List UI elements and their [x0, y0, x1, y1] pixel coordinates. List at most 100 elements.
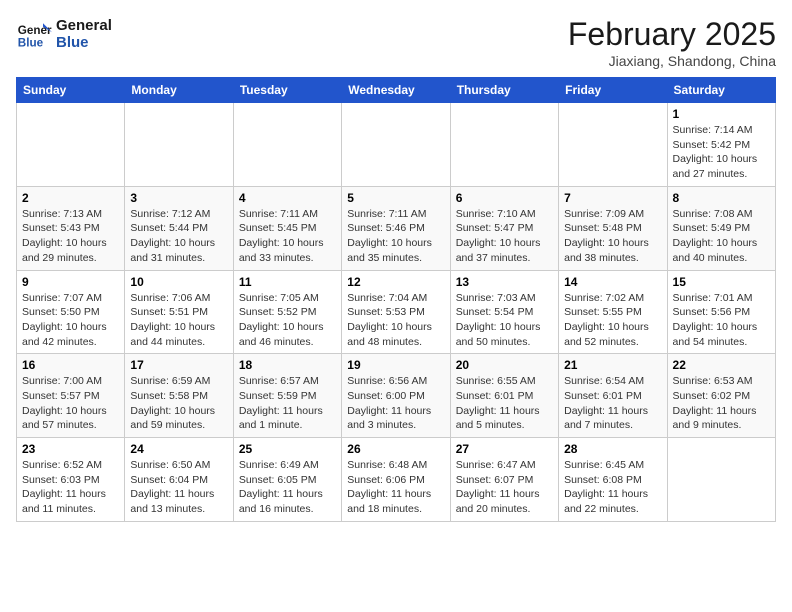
calendar-cell: 6 Sunrise: 7:10 AM Sunset: 5:47 PM Daylig… — [450, 186, 558, 270]
day-info: Sunrise: 7:07 AM Sunset: 5:50 PM Dayligh… — [22, 291, 119, 350]
day-number: 5 — [347, 191, 444, 205]
calendar-cell: 18 Sunrise: 6:57 AM Sunset: 5:59 PM Dayli… — [233, 354, 341, 438]
calendar-cell: 20Sunrise: 6:55 AM Sunset: 6:01 PM Dayli… — [450, 354, 558, 438]
calendar-cell: 19 Sunrise: 6:56 AM Sunset: 6:00 PM Dayli… — [342, 354, 450, 438]
day-info: Sunrise: 6:49 AM Sunset: 6:05 PM Dayligh… — [239, 458, 336, 517]
calendar-cell: 11 Sunrise: 7:05 AM Sunset: 5:52 PM Dayli… — [233, 270, 341, 354]
calendar-cell: 17Sunrise: 6:59 AM Sunset: 5:58 PM Dayli… — [125, 354, 233, 438]
day-number: 3 — [130, 191, 227, 205]
calendar-cell: 3 Sunrise: 7:12 AM Sunset: 5:44 PM Daylig… — [125, 186, 233, 270]
day-number: 15 — [673, 275, 770, 289]
svg-text:General: General — [18, 24, 52, 37]
day-info: Sunrise: 6:47 AM Sunset: 6:07 PM Dayligh… — [456, 458, 553, 517]
calendar-cell: 21 Sunrise: 6:54 AM Sunset: 6:01 PM Dayli… — [559, 354, 667, 438]
calendar-week-row: 16Sunrise: 7:00 AM Sunset: 5:57 PM Dayli… — [17, 354, 776, 438]
day-info: Sunrise: 6:50 AM Sunset: 6:04 PM Dayligh… — [130, 458, 227, 517]
calendar-cell: 9 Sunrise: 7:07 AM Sunset: 5:50 PM Daylig… — [17, 270, 125, 354]
calendar-cell: 27 Sunrise: 6:47 AM Sunset: 6:07 PM Dayli… — [450, 438, 558, 522]
logo-general: General — [56, 17, 112, 34]
weekday-header-friday: Friday — [559, 78, 667, 103]
weekday-header-tuesday: Tuesday — [233, 78, 341, 103]
day-info: Sunrise: 7:11 AM Sunset: 5:46 PM Dayligh… — [347, 207, 444, 266]
weekday-header-wednesday: Wednesday — [342, 78, 450, 103]
calendar-cell: 12 Sunrise: 7:04 AM Sunset: 5:53 PM Dayli… — [342, 270, 450, 354]
logo-blue: Blue — [56, 34, 112, 51]
calendar-cell: 15Sunrise: 7:01 AM Sunset: 5:56 PM Dayli… — [667, 270, 775, 354]
day-info: Sunrise: 7:11 AM Sunset: 5:45 PM Dayligh… — [239, 207, 336, 266]
svg-text:Blue: Blue — [18, 37, 44, 50]
calendar-cell: 26Sunrise: 6:48 AM Sunset: 6:06 PM Dayli… — [342, 438, 450, 522]
day-number: 23 — [22, 442, 119, 456]
calendar-cell: 8 Sunrise: 7:08 AM Sunset: 5:49 PM Daylig… — [667, 186, 775, 270]
day-info: Sunrise: 6:52 AM Sunset: 6:03 PM Dayligh… — [22, 458, 119, 517]
calendar-cell — [667, 438, 775, 522]
calendar-cell — [450, 103, 558, 187]
day-info: Sunrise: 6:53 AM Sunset: 6:02 PM Dayligh… — [673, 374, 770, 433]
day-number: 7 — [564, 191, 661, 205]
day-info: Sunrise: 6:54 AM Sunset: 6:01 PM Dayligh… — [564, 374, 661, 433]
day-number: 27 — [456, 442, 553, 456]
day-info: Sunrise: 7:12 AM Sunset: 5:44 PM Dayligh… — [130, 207, 227, 266]
calendar-cell: 10Sunrise: 7:06 AM Sunset: 5:51 PM Dayli… — [125, 270, 233, 354]
day-number: 25 — [239, 442, 336, 456]
day-number: 24 — [130, 442, 227, 456]
day-info: Sunrise: 7:04 AM Sunset: 5:53 PM Dayligh… — [347, 291, 444, 350]
day-info: Sunrise: 7:10 AM Sunset: 5:47 PM Dayligh… — [456, 207, 553, 266]
day-info: Sunrise: 6:45 AM Sunset: 6:08 PM Dayligh… — [564, 458, 661, 517]
location: Jiaxiang, Shandong, China — [568, 53, 776, 69]
day-info: Sunrise: 7:00 AM Sunset: 5:57 PM Dayligh… — [22, 374, 119, 433]
day-number: 20 — [456, 358, 553, 372]
calendar-cell: 24 Sunrise: 6:50 AM Sunset: 6:04 PM Dayli… — [125, 438, 233, 522]
calendar-cell: 5 Sunrise: 7:11 AM Sunset: 5:46 PM Daylig… — [342, 186, 450, 270]
calendar-cell: 4 Sunrise: 7:11 AM Sunset: 5:45 PM Daylig… — [233, 186, 341, 270]
logo-icon: General Blue — [16, 16, 52, 52]
calendar-cell — [342, 103, 450, 187]
day-info: Sunrise: 7:09 AM Sunset: 5:48 PM Dayligh… — [564, 207, 661, 266]
calendar-week-row: 9 Sunrise: 7:07 AM Sunset: 5:50 PM Daylig… — [17, 270, 776, 354]
day-number: 9 — [22, 275, 119, 289]
title-block: February 2025 Jiaxiang, Shandong, China — [568, 16, 776, 69]
calendar-cell: 13 Sunrise: 7:03 AM Sunset: 5:54 PM Dayli… — [450, 270, 558, 354]
day-number: 14 — [564, 275, 661, 289]
day-number: 22 — [673, 358, 770, 372]
calendar-cell: 14Sunrise: 7:02 AM Sunset: 5:55 PM Dayli… — [559, 270, 667, 354]
page-header: General Blue General Blue February 2025 … — [16, 16, 776, 69]
calendar-cell: 7 Sunrise: 7:09 AM Sunset: 5:48 PM Daylig… — [559, 186, 667, 270]
weekday-header-saturday: Saturday — [667, 78, 775, 103]
day-number: 13 — [456, 275, 553, 289]
day-number: 11 — [239, 275, 336, 289]
day-number: 18 — [239, 358, 336, 372]
calendar-cell: 25 Sunrise: 6:49 AM Sunset: 6:05 PM Dayli… — [233, 438, 341, 522]
calendar-cell — [125, 103, 233, 187]
day-info: Sunrise: 7:05 AM Sunset: 5:52 PM Dayligh… — [239, 291, 336, 350]
day-info: Sunrise: 7:14 AM Sunset: 5:42 PM Dayligh… — [673, 123, 770, 182]
day-number: 26 — [347, 442, 444, 456]
day-number: 12 — [347, 275, 444, 289]
weekday-header-sunday: Sunday — [17, 78, 125, 103]
day-info: Sunrise: 7:03 AM Sunset: 5:54 PM Dayligh… — [456, 291, 553, 350]
day-number: 1 — [673, 107, 770, 121]
day-info: Sunrise: 7:08 AM Sunset: 5:49 PM Dayligh… — [673, 207, 770, 266]
day-number: 21 — [564, 358, 661, 372]
calendar-week-row: 1 Sunrise: 7:14 AM Sunset: 5:42 PM Daylig… — [17, 103, 776, 187]
calendar-cell: 1 Sunrise: 7:14 AM Sunset: 5:42 PM Daylig… — [667, 103, 775, 187]
day-number: 28 — [564, 442, 661, 456]
day-number: 19 — [347, 358, 444, 372]
calendar-cell: 2Sunrise: 7:13 AM Sunset: 5:43 PM Daylig… — [17, 186, 125, 270]
day-number: 6 — [456, 191, 553, 205]
weekday-header-row: SundayMondayTuesdayWednesdayThursdayFrid… — [17, 78, 776, 103]
weekday-header-thursday: Thursday — [450, 78, 558, 103]
calendar-week-row: 2Sunrise: 7:13 AM Sunset: 5:43 PM Daylig… — [17, 186, 776, 270]
day-number: 17 — [130, 358, 227, 372]
day-info: Sunrise: 6:56 AM Sunset: 6:00 PM Dayligh… — [347, 374, 444, 433]
day-info: Sunrise: 6:57 AM Sunset: 5:59 PM Dayligh… — [239, 374, 336, 433]
day-number: 8 — [673, 191, 770, 205]
day-info: Sunrise: 7:06 AM Sunset: 5:51 PM Dayligh… — [130, 291, 227, 350]
calendar-cell: 22 Sunrise: 6:53 AM Sunset: 6:02 PM Dayli… — [667, 354, 775, 438]
day-number: 4 — [239, 191, 336, 205]
calendar-cell: 16Sunrise: 7:00 AM Sunset: 5:57 PM Dayli… — [17, 354, 125, 438]
month-title: February 2025 — [568, 16, 776, 53]
calendar-cell — [559, 103, 667, 187]
logo: General Blue General Blue — [16, 16, 112, 52]
calendar-cell — [233, 103, 341, 187]
